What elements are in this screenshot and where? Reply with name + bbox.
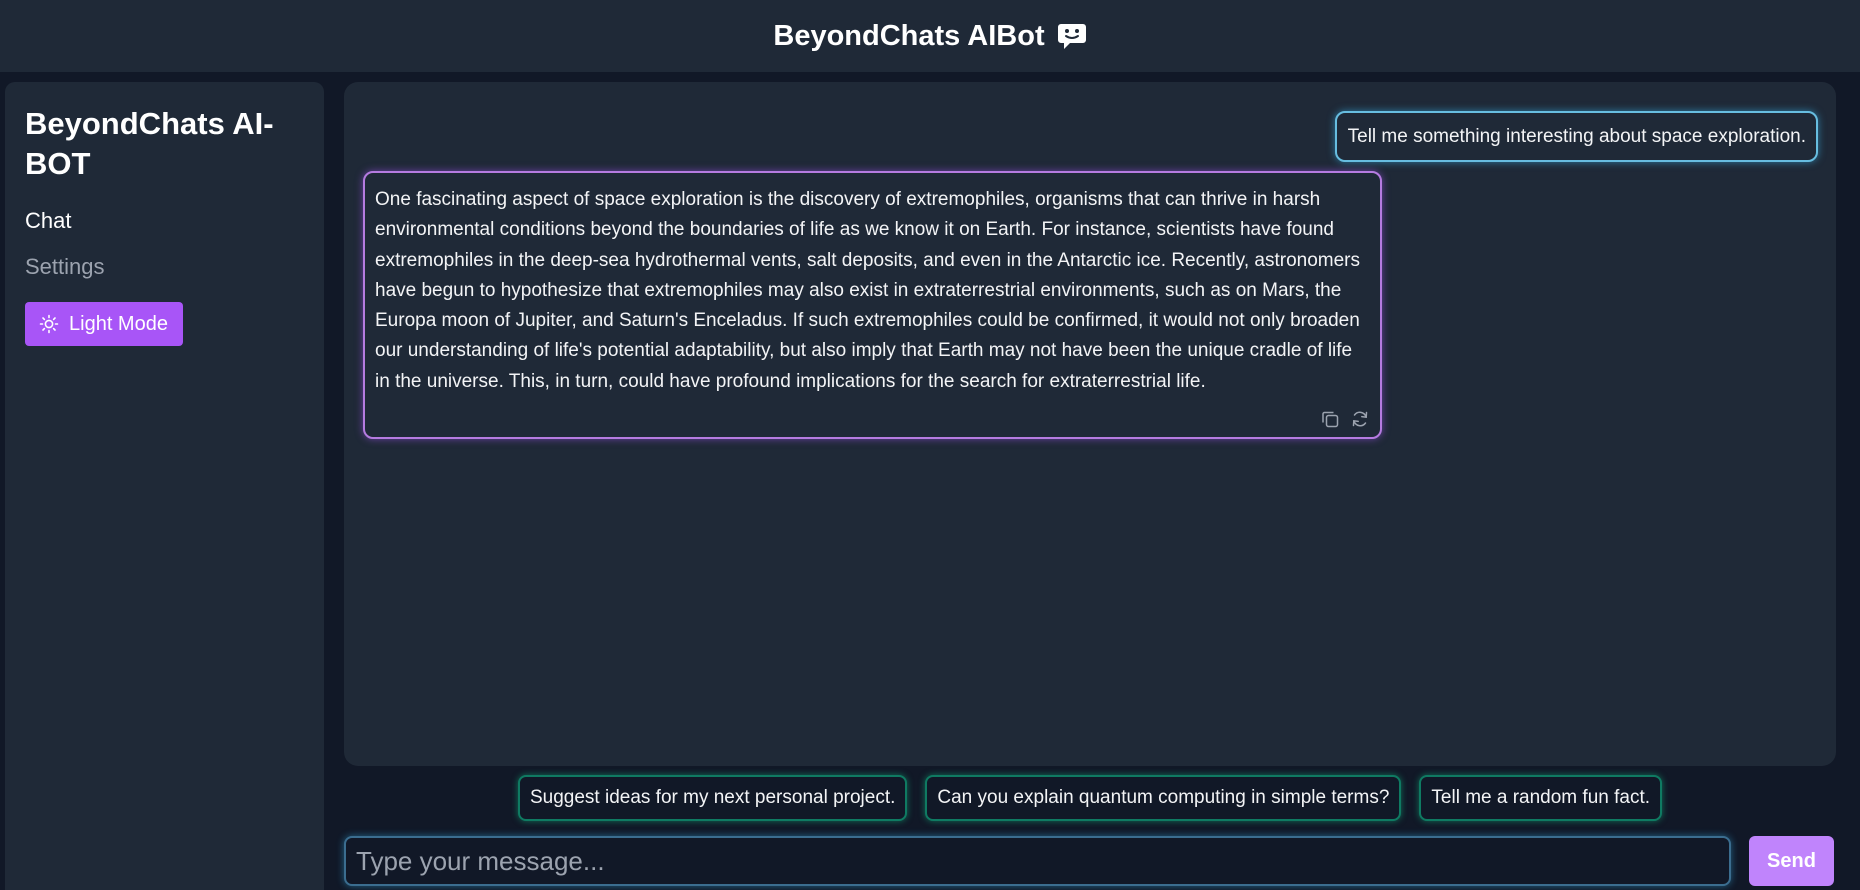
regenerate-icon[interactable]: [1350, 409, 1370, 429]
chat-bot-icon: [1057, 21, 1087, 51]
bot-message: One fascinating aspect of space explorat…: [363, 171, 1382, 440]
sidebar-item-settings[interactable]: Settings: [25, 254, 304, 280]
suggestion-chips: Suggest ideas for my next personal proje…: [344, 775, 1836, 821]
sidebar-brand: BeyondChats AI-BOT: [25, 106, 274, 181]
suggestion-chip[interactable]: Can you explain quantum computing in sim…: [925, 775, 1402, 821]
sun-icon: [39, 314, 59, 334]
message-actions: [1320, 409, 1370, 429]
sidebar-item-chat[interactable]: Chat: [25, 208, 304, 234]
chat-panel: Tell me something interesting about spac…: [344, 82, 1836, 766]
user-message: Tell me something interesting about spac…: [1334, 111, 1818, 162]
send-button[interactable]: Send: [1749, 836, 1834, 886]
composer: Send: [344, 836, 1836, 886]
suggestion-chip[interactable]: Tell me a random fun fact.: [1419, 775, 1663, 821]
light-mode-button[interactable]: Light Mode: [25, 302, 183, 346]
app-title: BeyondChats AIBot: [773, 19, 1045, 52]
suggestion-chip[interactable]: Suggest ideas for my next personal proje…: [517, 775, 908, 821]
app-header: BeyondChats AIBot: [0, 0, 1860, 72]
light-mode-label: Light Mode: [69, 312, 168, 335]
bot-message-text: One fascinating aspect of space explorat…: [375, 189, 1360, 392]
message-input[interactable]: [344, 836, 1731, 886]
sidebar: BeyondChats AI-BOT Chat Settings Light M…: [5, 82, 324, 890]
copy-icon[interactable]: [1320, 409, 1340, 429]
